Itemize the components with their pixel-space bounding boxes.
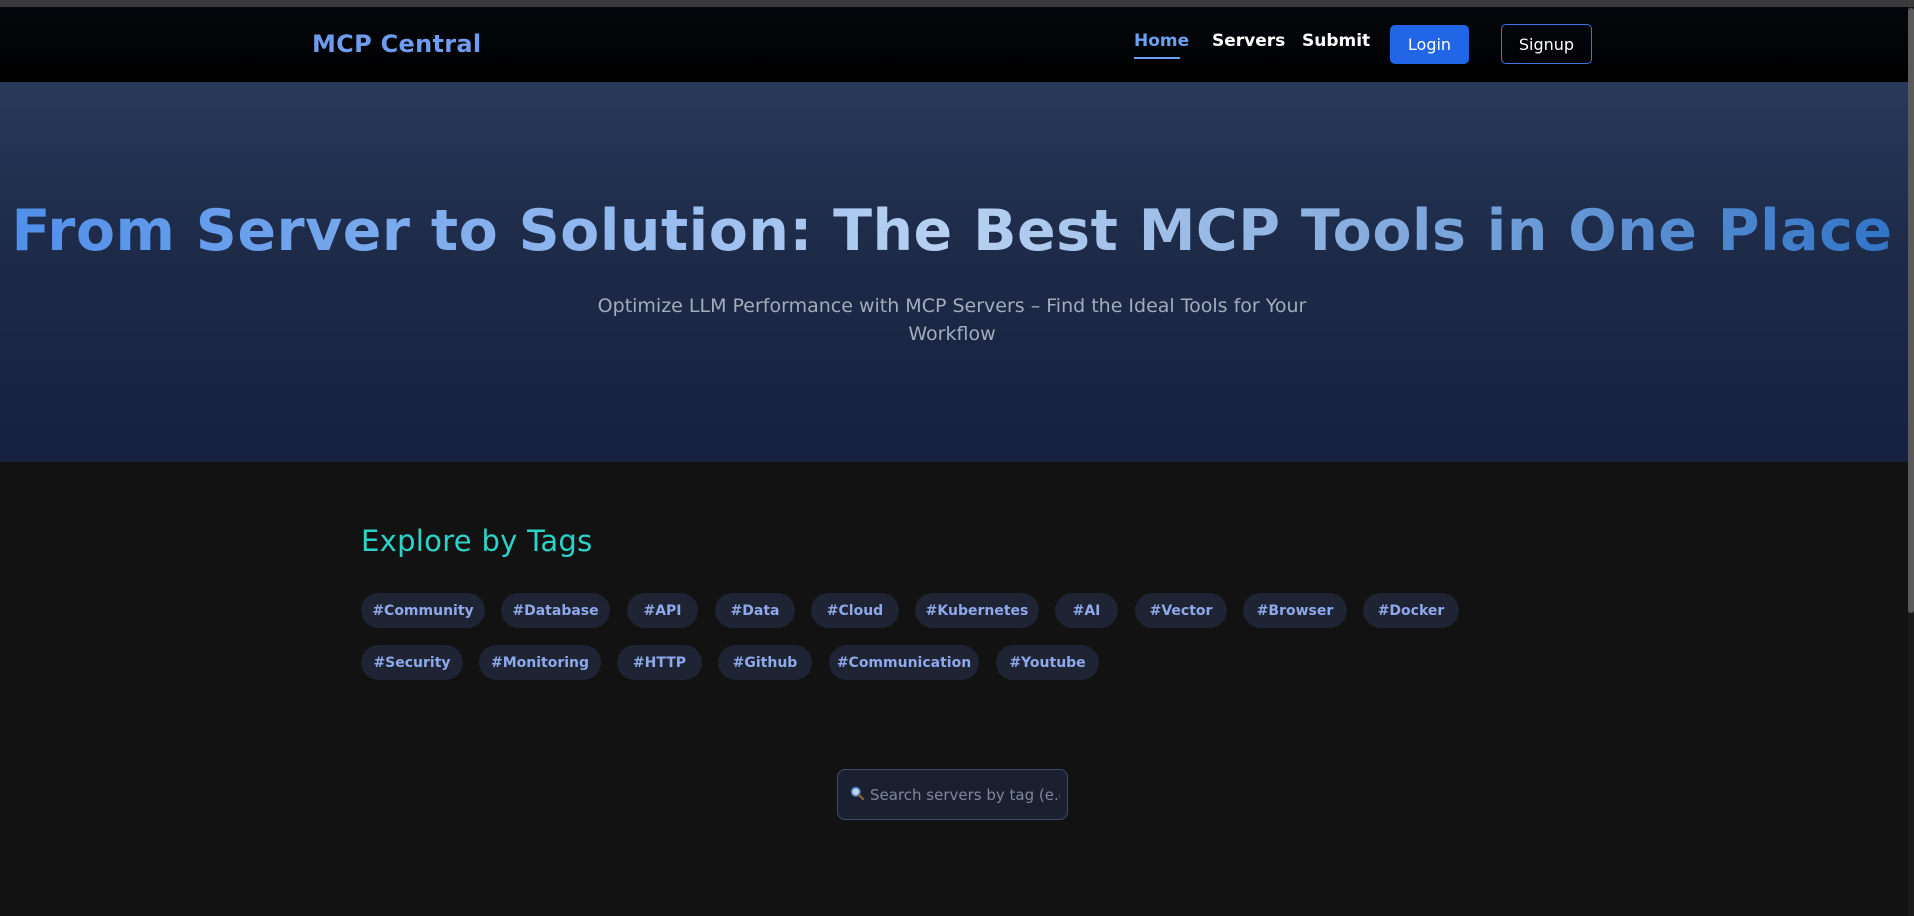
- tag-api[interactable]: #API: [627, 593, 698, 628]
- tag-communication[interactable]: #Communication: [829, 645, 979, 680]
- active-nav-underline: [1134, 57, 1180, 59]
- nav-link-submit[interactable]: Submit: [1302, 31, 1370, 51]
- tag-database[interactable]: #Database: [501, 593, 610, 628]
- hero-title: From Server to Solution: The Best MCP To…: [0, 198, 1904, 264]
- scrollbar-thumb[interactable]: [1908, 8, 1914, 613]
- tags-section-title: Explore by Tags: [361, 524, 593, 558]
- hero-subtitle-line2: Workflow: [908, 323, 996, 345]
- tag-youtube[interactable]: #Youtube: [996, 645, 1099, 680]
- login-button[interactable]: Login: [1390, 25, 1469, 64]
- tag-data[interactable]: #Data: [715, 593, 795, 628]
- hero-subtitle-line1: Optimize LLM Performance with MCP Server…: [597, 295, 1307, 317]
- tag-search-input[interactable]: [870, 785, 1060, 804]
- tag-http[interactable]: #HTTP: [617, 645, 702, 680]
- tag-github[interactable]: #Github: [718, 645, 812, 680]
- tag-security[interactable]: #Security: [361, 645, 463, 680]
- nav-link-home[interactable]: Home: [1134, 31, 1189, 51]
- tag-search-box[interactable]: [837, 769, 1068, 820]
- hero-section: From Server to Solution: The Best MCP To…: [0, 82, 1908, 462]
- tag-community[interactable]: #Community: [361, 593, 485, 628]
- magnifier-icon: [850, 786, 865, 804]
- signup-button[interactable]: Signup: [1501, 24, 1592, 64]
- nav-link-servers[interactable]: Servers: [1212, 31, 1285, 51]
- tag-vector[interactable]: #Vector: [1135, 593, 1227, 628]
- browser-top-strip: [0, 0, 1914, 7]
- tag-ai[interactable]: #AI: [1055, 593, 1118, 628]
- brand-logo[interactable]: MCP Central: [312, 30, 481, 58]
- tag-cloud[interactable]: #Cloud: [811, 593, 899, 628]
- tag-docker[interactable]: #Docker: [1363, 593, 1459, 628]
- tag-kubernetes[interactable]: #Kubernetes: [915, 593, 1039, 628]
- tag-monitoring[interactable]: #Monitoring: [479, 645, 601, 680]
- tag-browser[interactable]: #Browser: [1243, 593, 1347, 628]
- hero-subtitle: Optimize LLM Performance with MCP Server…: [572, 292, 1332, 348]
- navbar: MCP Central Home Servers Submit Login Si…: [0, 7, 1908, 82]
